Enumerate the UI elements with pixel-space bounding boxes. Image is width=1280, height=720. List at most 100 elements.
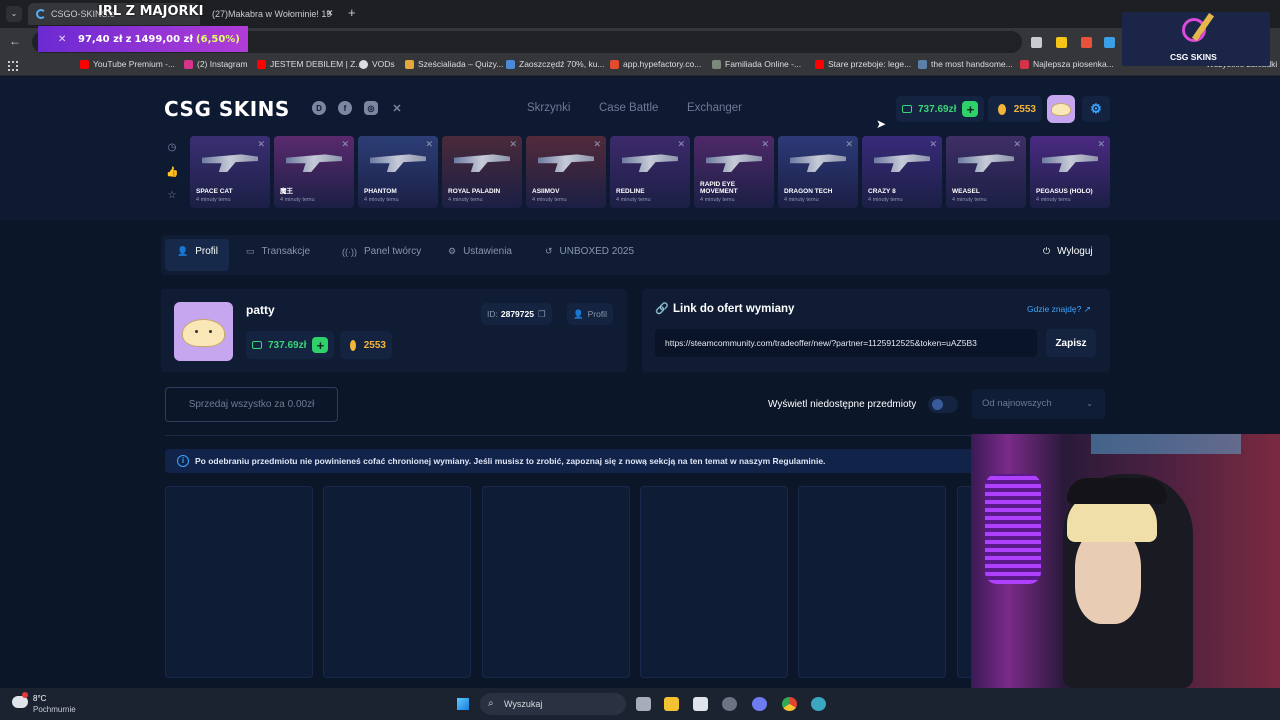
start-icon[interactable] [454,695,472,713]
drop-card[interactable]: ✕ DRAGON TECH 4 minuty temu [778,136,858,208]
bookmark-item[interactable]: Zaoszczędź 70%, ku... [506,59,605,69]
bookmark-item[interactable]: VODs [359,59,395,69]
view-profile-button[interactable]: 👤 Profil [567,303,613,325]
site-logo[interactable]: CSG SKINS [164,97,290,121]
drop-card[interactable]: ✕ PHANTOM 4 minuty temu [358,136,438,208]
extension-icon[interactable] [1081,37,1092,48]
chrome-icon[interactable] [782,697,797,711]
close-icon[interactable]: ✕ [1013,139,1021,150]
drop-card[interactable]: ✕ REDLINE 4 minuty temu [610,136,690,208]
id-label: ID: [487,309,498,319]
tab-transactions[interactable]: ▭ Transakcje [246,246,310,257]
instagram-icon[interactable]: ◎ [364,101,378,115]
browser-app-icon[interactable] [811,697,826,711]
close-icon[interactable]: ✕ [929,139,937,150]
apps-grid-icon[interactable] [8,61,18,71]
search-box[interactable]: ⌕ Wyszukaj [480,693,626,715]
file-explorer-icon[interactable] [664,697,679,711]
user-add-funds-button[interactable]: + [312,337,329,353]
tab-unboxed[interactable]: ↺ UNBOXED 2025 [545,246,634,257]
bookmark-item[interactable]: (2) Instagram [184,59,248,69]
webcam-feed [971,434,1280,688]
history-icon[interactable]: ◷ [166,142,178,154]
bookmark-item[interactable]: app.hypefactory.co... [610,59,701,69]
username: patty [246,303,275,317]
drop-card[interactable]: ✕ PEGASUS (HOLO) 4 minuty temu [1030,136,1110,208]
close-tab-icon[interactable]: ✕ [326,8,334,19]
close-icon[interactable]: ✕ [509,139,517,150]
extension-icon[interactable] [1056,37,1067,48]
discord-icon[interactable]: D [312,101,326,115]
back-icon[interactable]: ← [9,34,21,48]
bookmark-item[interactable]: Stare przeboje: lege... [815,59,911,69]
goal-close-icon: ✕ [58,33,67,45]
copy-icon[interactable]: ❐ [538,309,546,320]
bookmark-item[interactable]: YouTube Premium -... [80,59,175,69]
sort-select[interactable]: Od najnowszych ⌄ [972,389,1105,419]
logout-button[interactable]: ⏻ Wyloguj [1043,246,1093,257]
x-icon[interactable]: ✕ [390,101,404,115]
tab-youtube[interactable]: (27)Makabra w Wołominie! 19 [204,3,342,25]
close-icon[interactable]: ✕ [677,139,685,150]
store-icon[interactable] [693,697,708,711]
tab-creator-panel[interactable]: ((·)) Panel twórcy [342,246,421,257]
nav-case-battle[interactable]: Case Battle [599,102,658,114]
extension-icon[interactable] [1104,37,1115,48]
new-tab-icon[interactable]: + [348,5,356,20]
thumbs-up-icon[interactable]: 👍 [166,167,178,179]
where-to-find-link[interactable]: Gdzie znajdę? ↗ [1027,304,1091,315]
settings-button[interactable]: ⚙ [1082,96,1110,122]
tab-settings[interactable]: ⚙ Ustawienia [448,246,512,257]
tab-menu-icon[interactable]: ⌄ [6,6,22,22]
discord-app-icon[interactable] [752,697,767,711]
bookmark-item[interactable]: Najlepsza piosenka... [1020,59,1114,69]
bookmark-item[interactable]: the most handsome... [918,59,1013,69]
app-icon[interactable] [722,697,737,711]
save-trade-link-button[interactable]: Zapisz [1046,329,1096,357]
trade-url-input[interactable]: https://steamcommunity.com/tradeoffer/ne… [655,329,1037,357]
drop-card[interactable]: ✕ ASIIMOV 4 minuty temu [526,136,606,208]
item-slot [640,486,788,678]
drop-card[interactable]: ✕ CRAZY 8 4 minuty temu [862,136,942,208]
facebook-icon[interactable]: f [338,101,352,115]
task-view-icon[interactable] [636,697,651,711]
bookmark-item[interactable]: JESTEM DEBILEM | Z... [257,59,362,69]
close-icon[interactable]: ✕ [425,139,433,150]
drop-name: WEASEL [952,188,980,195]
drop-card[interactable]: ✕ 魔王 4 minuty temu [274,136,354,208]
drop-card[interactable]: ✕ ROYAL PALADIN 4 minuty temu [442,136,522,208]
tab-profile[interactable]: 👤 Profil [177,246,218,257]
drop-time: 4 minuty temu [616,197,651,203]
nav-exchanger[interactable]: Exchanger [687,102,742,114]
user-id[interactable]: ID: 2879725 ❐ [481,303,552,325]
drop-card[interactable]: ✕ SPACE CAT 4 minuty temu [190,136,270,208]
close-icon[interactable]: ✕ [341,139,349,150]
drop-card[interactable]: ✕ RAPID EYE MOVEMENT 4 minuty temu [694,136,774,208]
goal-current: 97,40 zł [78,33,123,45]
show-unavailable-toggle[interactable] [928,396,958,413]
bookmark-item[interactable]: Sześcialiada – Quizy... [405,59,503,69]
drop-name: CRAZY 8 [868,188,896,195]
user-coins-value: 2553 [363,339,386,351]
bookmark-item[interactable]: Familiada Online -... [712,59,801,69]
drop-time: 4 minuty temu [784,197,819,203]
nav-cases[interactable]: Skrzynki [527,102,570,114]
star-icon[interactable]: ☆ [166,190,178,202]
drop-time: 4 minuty temu [448,197,483,203]
user-avatar [174,302,233,361]
header-avatar[interactable] [1047,95,1075,123]
close-icon[interactable]: ✕ [593,139,601,150]
close-icon[interactable]: ✕ [761,139,769,150]
weapon-skin-icon [538,154,594,172]
sell-all-button[interactable]: Sprzedaj wszystko za 0.00zł [165,387,338,422]
header-coins[interactable]: 2553 [988,96,1042,122]
drop-card[interactable]: ✕ WEASEL 4 minuty temu [946,136,1026,208]
user-card: patty 737.69zł + 2553 ID: 2879725 ❐ 👤 Pr… [161,289,627,372]
close-icon[interactable]: ✕ [257,139,265,150]
sponsor-overlay: CSG SKINS [1122,12,1270,66]
add-funds-button[interactable]: + [962,101,979,117]
header-balance[interactable]: 737.69zł + [896,96,985,122]
close-icon[interactable]: ✕ [845,139,853,150]
extension-icon[interactable] [1031,37,1042,48]
close-icon[interactable]: ✕ [1097,139,1105,150]
